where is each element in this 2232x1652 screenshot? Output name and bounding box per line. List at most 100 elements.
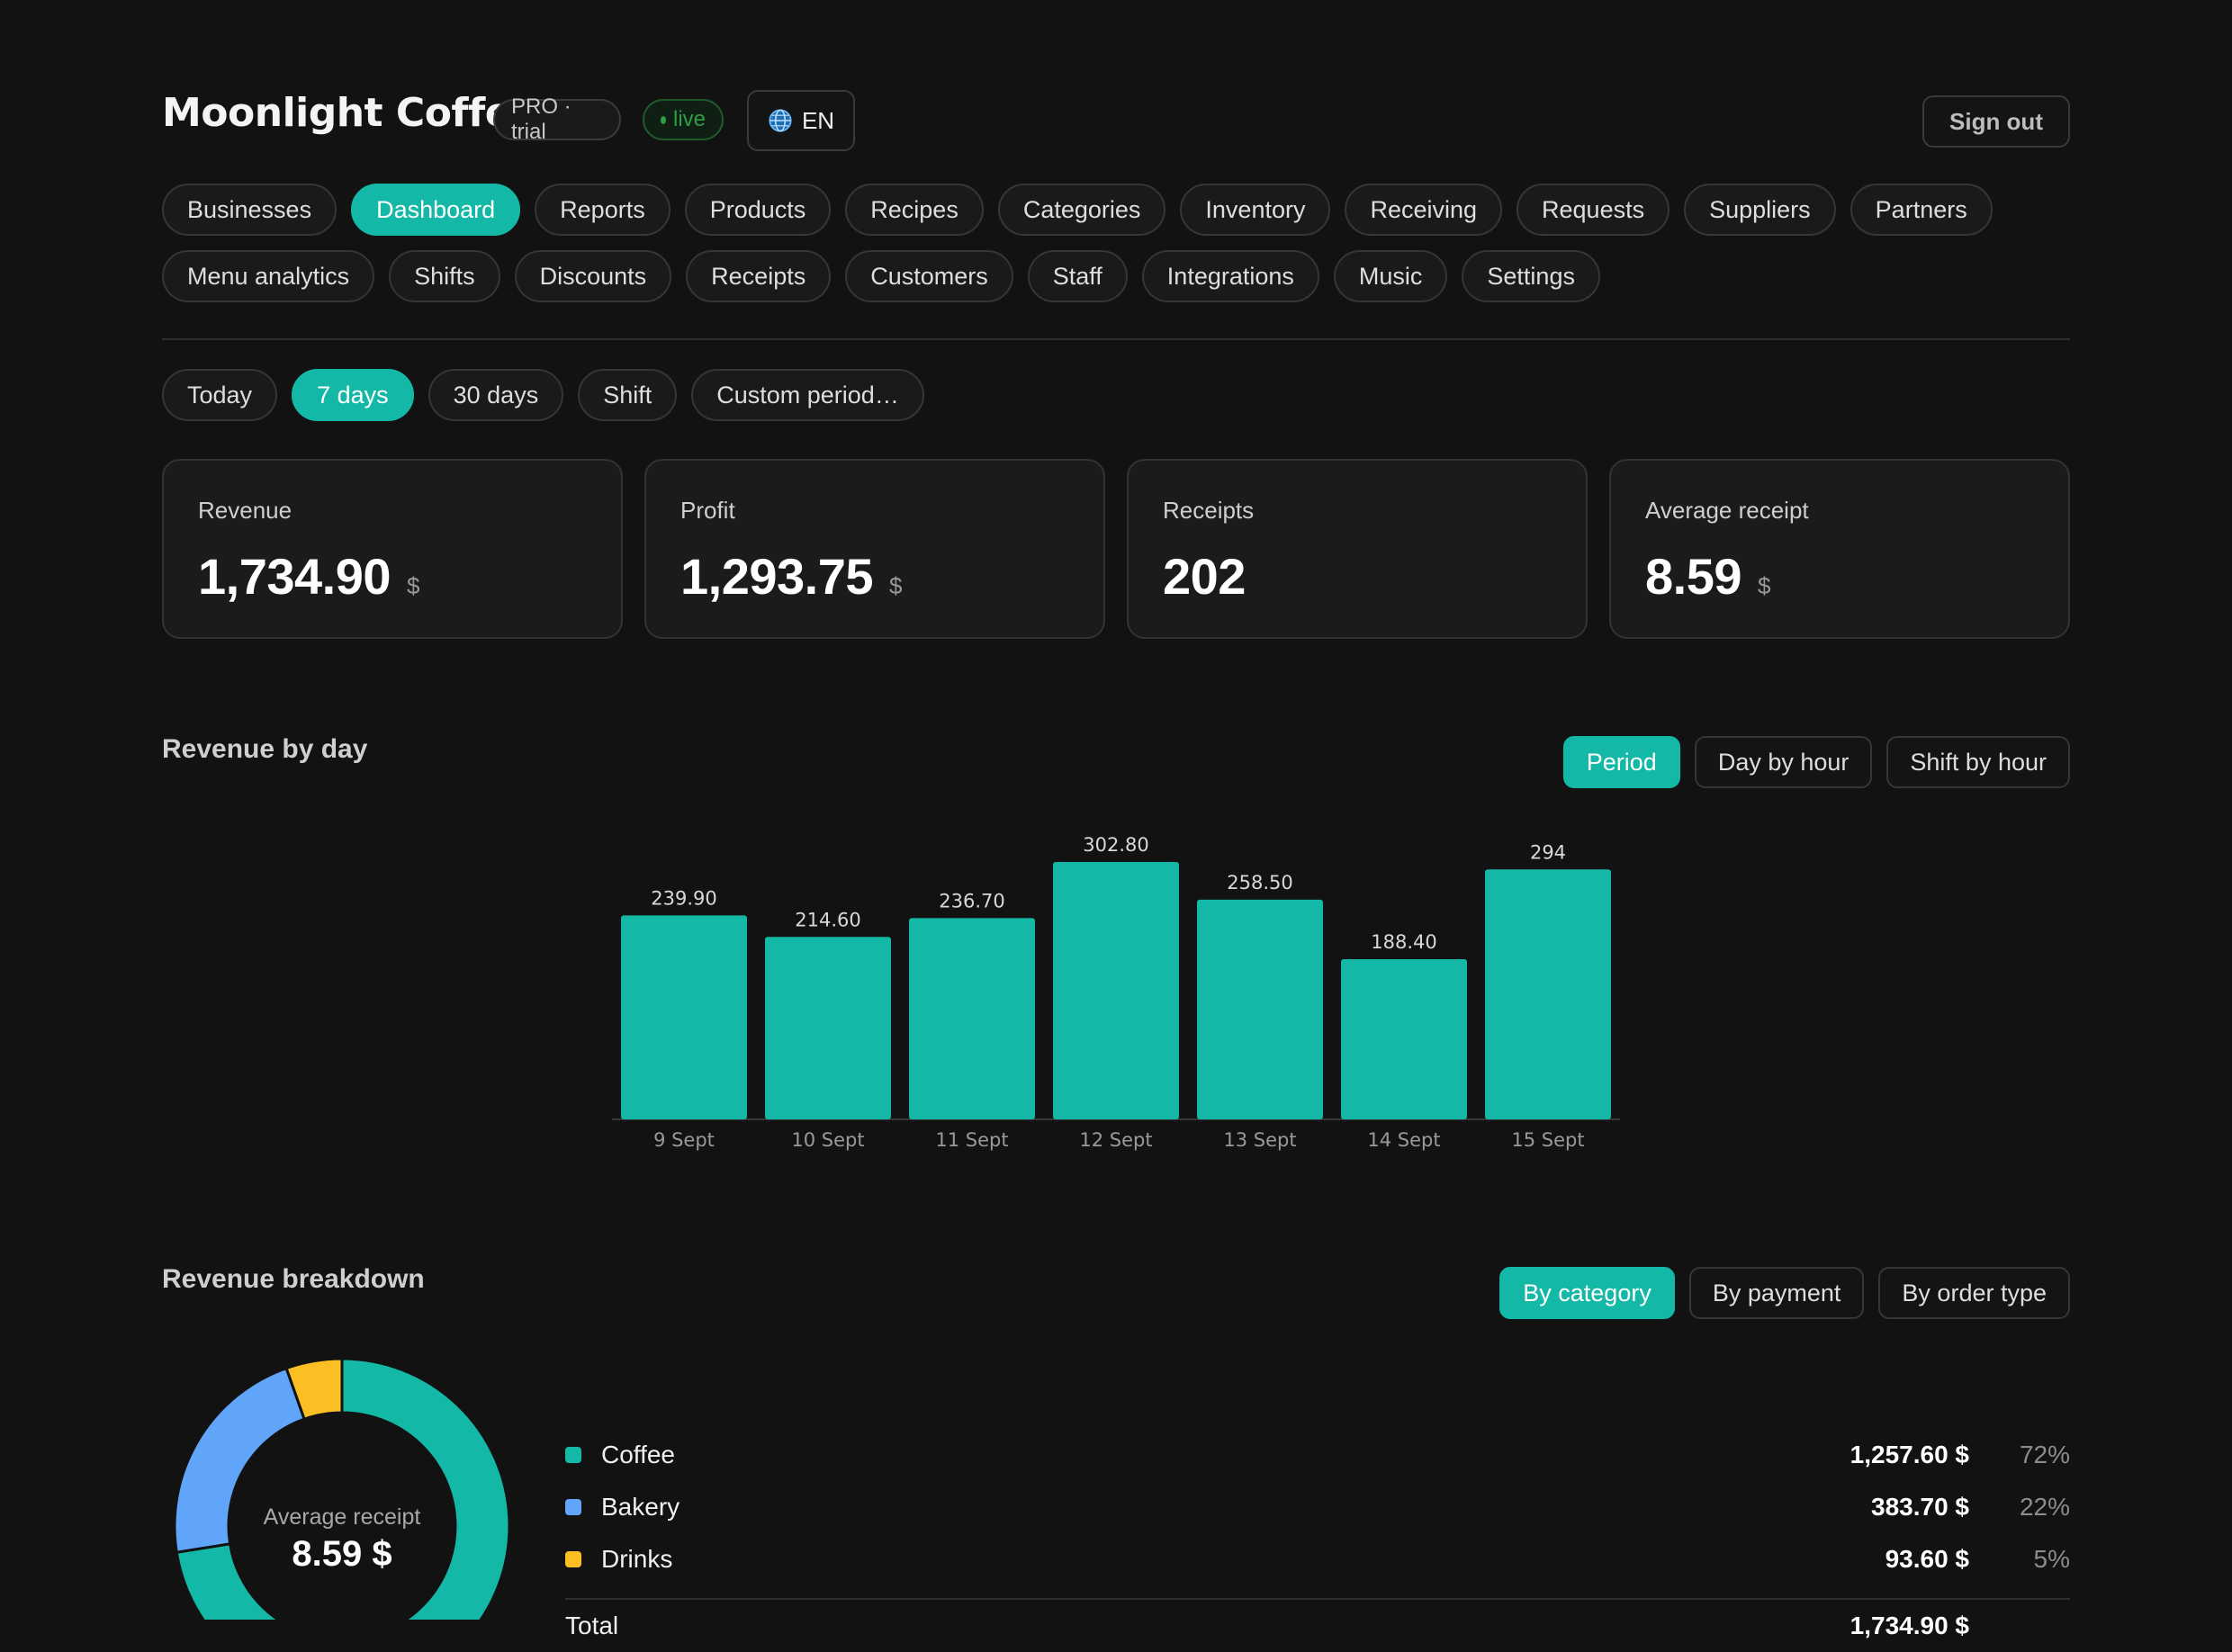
nav-tab-menu-analytics[interactable]: Menu analytics bbox=[162, 250, 375, 302]
legend-amount: 93.60 $ bbox=[1885, 1545, 1969, 1573]
revenue-bar-chart: 239.90 9 Sept 214.60 10 Sept 236.70 11 Sept 30… bbox=[612, 834, 1620, 1151]
period-30-days[interactable]: 30 days bbox=[428, 369, 564, 421]
nav-tab-dashboard[interactable]: Dashboard bbox=[351, 184, 521, 236]
nav-tab-inventory[interactable]: Inventory bbox=[1180, 184, 1331, 236]
period-selector: Today 7 days 30 days Shift Custom period… bbox=[162, 369, 924, 421]
live-status-badge: live bbox=[643, 99, 724, 140]
revenue-by-day-mode-selector: Period Day by hour Shift by hour bbox=[1562, 736, 2070, 788]
bar-value-label: 294 bbox=[1530, 841, 1566, 863]
bar-value-label: 258.50 bbox=[1227, 872, 1292, 893]
legend-percent: 22% bbox=[2019, 1493, 2070, 1521]
bar-9-sept[interactable] bbox=[621, 915, 747, 1119]
mode-period-button[interactable]: Period bbox=[1562, 736, 1680, 788]
legend-total-label: Total bbox=[565, 1612, 619, 1639]
period-today[interactable]: Today bbox=[162, 369, 278, 421]
bar-value-label: 188.40 bbox=[1371, 931, 1436, 953]
x-tick-label: 14 Sept bbox=[1367, 1129, 1440, 1151]
nav-tab-suppliers[interactable]: Suppliers bbox=[1684, 184, 1836, 236]
nav-tab-staff[interactable]: Staff bbox=[1027, 250, 1128, 302]
nav-divider bbox=[162, 338, 2070, 340]
stat-value: 1,734.90 bbox=[198, 548, 391, 605]
legend-total-row: Total 1,734.90 $ bbox=[565, 1600, 2070, 1652]
mode-day-by-hour-button[interactable]: Day by hour bbox=[1694, 736, 1873, 788]
revenue-by-day-title: Revenue by day bbox=[162, 734, 368, 764]
bar-14-sept[interactable] bbox=[1341, 959, 1467, 1119]
nav-tab-music[interactable]: Music bbox=[1333, 250, 1448, 302]
stat-label: Profit bbox=[680, 497, 735, 524]
nav-tab-customers[interactable]: Customers bbox=[845, 250, 1013, 302]
mode-by-payment-button[interactable]: By payment bbox=[1688, 1267, 1865, 1319]
plan-badge: PRO · trial bbox=[493, 94, 621, 144]
mode-shift-by-hour-button[interactable]: Shift by hour bbox=[1886, 736, 2070, 788]
legend-percent: 5% bbox=[2033, 1545, 2070, 1573]
legend-total-amount: 1,734.90 $ bbox=[1850, 1612, 1969, 1639]
business-title: Moonlight Coffee bbox=[162, 90, 538, 136]
language-label: EN bbox=[801, 106, 835, 134]
stat-currency: $ bbox=[406, 572, 419, 599]
mode-by-order-type-button[interactable]: By order type bbox=[1878, 1267, 2070, 1319]
revenue-breakdown-mode-selector: By category By payment By order type bbox=[1499, 1267, 2070, 1319]
legend-name: Coffee bbox=[601, 1441, 675, 1468]
legend-swatch bbox=[565, 1499, 581, 1515]
nav-tab-recipes[interactable]: Recipes bbox=[845, 184, 984, 236]
nav-tab-integrations[interactable]: Integrations bbox=[1141, 250, 1319, 302]
language-button[interactable]: EN bbox=[747, 90, 855, 151]
bar-value-label: 214.60 bbox=[795, 909, 860, 930]
live-dot-icon bbox=[661, 115, 666, 124]
stat-label: Receipts bbox=[1163, 497, 1255, 524]
nav-tab-businesses[interactable]: Businesses bbox=[162, 184, 338, 236]
live-label: live bbox=[672, 107, 706, 131]
sign-out-button[interactable]: Sign out bbox=[1922, 95, 2070, 148]
legend-amount: 1,257.60 $ bbox=[1850, 1441, 1969, 1468]
legend-name: Bakery bbox=[601, 1493, 680, 1521]
period-custom-period[interactable]: Custom period… bbox=[691, 369, 924, 421]
bar-value-label: 302.80 bbox=[1083, 834, 1148, 856]
revenue-breakdown-title: Revenue breakdown bbox=[162, 1264, 425, 1294]
revenue-donut-chart bbox=[173, 1357, 511, 1620]
period-shift[interactable]: Shift bbox=[578, 369, 678, 421]
bar-12-sept[interactable] bbox=[1053, 862, 1179, 1119]
nav-tab-partners[interactable]: Partners bbox=[1850, 184, 1993, 236]
stat-value: 8.59 bbox=[1645, 548, 1742, 605]
bar-11-sept[interactable] bbox=[909, 918, 1035, 1119]
nav-tab-shifts[interactable]: Shifts bbox=[389, 250, 500, 302]
legend-item-bakery: Bakery 383.70 $ 22% bbox=[565, 1481, 2070, 1533]
nav-tab-requests[interactable]: Requests bbox=[1516, 184, 1670, 236]
bar-10-sept[interactable] bbox=[765, 937, 891, 1119]
x-tick-label: 10 Sept bbox=[791, 1129, 864, 1151]
stat-card-profit: Profit 1,293.75 $ bbox=[644, 459, 1105, 639]
stat-card-receipts: Receipts 202 bbox=[1127, 459, 1588, 639]
nav-tab-receipts[interactable]: Receipts bbox=[686, 250, 832, 302]
bar-13-sept[interactable] bbox=[1197, 899, 1323, 1119]
period-7-days[interactable]: 7 days bbox=[292, 369, 414, 421]
bar-value-label: 236.70 bbox=[939, 890, 1004, 911]
stat-value: 1,293.75 bbox=[680, 548, 873, 605]
nav-tab-products[interactable]: Products bbox=[684, 184, 832, 236]
x-tick-label: 13 Sept bbox=[1223, 1129, 1296, 1151]
stat-currency: $ bbox=[888, 572, 902, 599]
stat-value: 202 bbox=[1163, 548, 1246, 605]
nav-tab-discounts[interactable]: Discounts bbox=[514, 250, 672, 302]
donut-center-value: 8.59 $ bbox=[292, 1534, 392, 1574]
globe-icon bbox=[769, 109, 792, 132]
x-tick-label: 12 Sept bbox=[1079, 1129, 1152, 1151]
x-tick-label: 11 Sept bbox=[935, 1129, 1008, 1151]
stat-label: Average receipt bbox=[1645, 497, 1809, 524]
mode-by-category-button[interactable]: By category bbox=[1499, 1267, 1675, 1319]
main-nav-row-1: Businesses Dashboard Reports Products Recipe… bbox=[162, 184, 1993, 236]
legend-item-drinks: Drinks 93.60 $ 5% bbox=[565, 1533, 2070, 1585]
nav-tab-receiving[interactable]: Receiving bbox=[1345, 184, 1503, 236]
stat-currency: $ bbox=[1758, 572, 1770, 599]
stat-card-revenue: Revenue 1,734.90 $ bbox=[162, 459, 623, 639]
main-nav-row-2: Menu analytics Shifts Discounts Receipts Cus… bbox=[162, 250, 1600, 302]
legend-percent: 72% bbox=[2019, 1441, 2070, 1468]
breakdown-legend: Coffee 1,257.60 $ 72% Bakery 383.70 $ 22% Drin… bbox=[565, 1429, 2070, 1652]
bar-value-label: 239.90 bbox=[651, 887, 716, 909]
nav-tab-settings[interactable]: Settings bbox=[1462, 250, 1600, 302]
nav-tab-reports[interactable]: Reports bbox=[535, 184, 670, 236]
stat-label: Revenue bbox=[198, 497, 292, 524]
legend-amount: 383.70 $ bbox=[1871, 1493, 1969, 1521]
bar-15-sept[interactable] bbox=[1485, 869, 1611, 1119]
stat-card-average-receipt: Average receipt 8.59 $ bbox=[1609, 459, 2070, 639]
nav-tab-categories[interactable]: Categories bbox=[997, 184, 1166, 236]
